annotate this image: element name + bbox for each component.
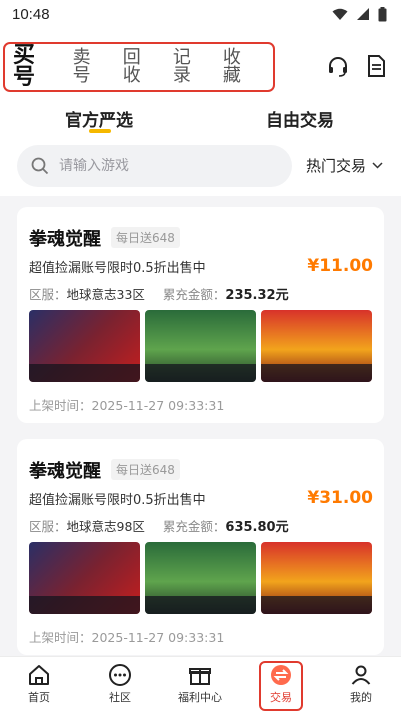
listing-price: ¥11.00 <box>307 256 373 276</box>
headset-icon[interactable] <box>326 54 350 78</box>
search-box[interactable] <box>17 145 292 187</box>
profile-icon <box>351 665 371 685</box>
screenshot-gallery <box>29 542 373 614</box>
top-tabs: 买号 卖号 回收 记录 收藏 <box>3 42 275 92</box>
sort-dropdown[interactable]: 热门交易 <box>306 155 383 176</box>
nav-home[interactable]: 首页 <box>9 663 69 705</box>
search-input[interactable] <box>59 158 259 174</box>
search-icon <box>31 157 49 175</box>
chevron-down-icon <box>372 162 383 169</box>
listing-card[interactable]: 拳魂觉醒 每日送648 超值捡漏账号限时0.5折出售中 ¥31.00 区服：地球… <box>17 439 384 655</box>
server-label: 区服： <box>29 519 67 534</box>
community-icon <box>109 664 131 686</box>
tab-records[interactable]: 记录 <box>173 49 207 85</box>
game-screenshot[interactable] <box>261 310 372 382</box>
tab-recycle[interactable]: 回收 <box>123 49 157 85</box>
listed-label: 上架时间： <box>29 398 92 413</box>
game-title: 拳魂觉醒 <box>29 229 101 250</box>
recharge-value: 235.32元 <box>225 288 289 303</box>
tab-favorites[interactable]: 收藏 <box>223 49 257 85</box>
gift-icon <box>189 668 211 685</box>
screenshot-gallery <box>29 310 373 382</box>
listing-description: 超值捡漏账号限时0.5折出售中 <box>29 493 206 508</box>
game-title: 拳魂觉醒 <box>29 461 101 482</box>
listing-meta: 区服：地球意志98区 累充金额：635.80元 <box>29 516 289 535</box>
nav-community-label: 社区 <box>109 691 131 704</box>
listed-value: 2025-11-27 09:33:31 <box>91 398 225 413</box>
game-screenshot[interactable] <box>29 310 140 382</box>
listed-time: 上架时间：2025-11-27 09:33:31 <box>29 395 224 414</box>
sort-label: 热门交易 <box>306 157 367 175</box>
active-nav-highlight <box>259 661 303 711</box>
document-icon[interactable] <box>364 54 388 78</box>
promo-badge: 每日送648 <box>111 459 180 480</box>
server-value: 地球意志98区 <box>66 519 145 534</box>
tab-sell[interactable]: 卖号 <box>73 49 107 85</box>
game-screenshot[interactable] <box>145 310 256 382</box>
sub-tabs: 官方严选 自由交易 <box>0 98 401 140</box>
listed-label: 上架时间： <box>29 630 92 645</box>
nav-profile[interactable]: 我的 <box>331 663 391 705</box>
promo-badge: 每日送648 <box>111 227 180 248</box>
tab-buy[interactable]: 买号 <box>13 45 55 89</box>
header: 买号 卖号 回收 记录 收藏 <box>0 28 401 98</box>
game-screenshot[interactable] <box>145 542 256 614</box>
listed-value: 2025-11-27 09:33:31 <box>91 630 225 645</box>
signal-icon <box>357 8 369 20</box>
status-time: 10:48 <box>12 5 50 23</box>
battery-icon <box>378 6 387 21</box>
subtab-official[interactable]: 官方严选 <box>65 106 133 131</box>
wifi-icon <box>332 8 348 20</box>
nav-welfare-label: 福利中心 <box>178 691 222 704</box>
listing-card[interactable]: 拳魂觉醒 每日送648 超值捡漏账号限时0.5折出售中 ¥11.00 区服：地球… <box>17 207 384 423</box>
nav-home-label: 首页 <box>28 691 50 704</box>
game-screenshot[interactable] <box>29 542 140 614</box>
active-tab-indicator <box>89 129 111 133</box>
server-label: 区服： <box>29 287 67 302</box>
status-bar: 10:48 <box>0 0 401 28</box>
server-value: 地球意志33区 <box>66 287 145 302</box>
listing-meta: 区服：地球意志33区 累充金额：235.32元 <box>29 284 289 303</box>
home-icon <box>29 665 49 685</box>
nav-welfare[interactable]: 福利中心 <box>170 663 230 705</box>
status-icons <box>332 6 387 22</box>
listed-time: 上架时间：2025-11-27 09:33:31 <box>29 627 224 646</box>
listing-price: ¥31.00 <box>307 488 373 508</box>
recharge-label: 累充金额： <box>162 287 226 302</box>
game-screenshot[interactable] <box>261 542 372 614</box>
listing-description: 超值捡漏账号限时0.5折出售中 <box>29 261 206 276</box>
recharge-value: 635.80元 <box>225 520 289 535</box>
recharge-label: 累充金额： <box>162 519 226 534</box>
search-row: 热门交易 <box>0 140 401 196</box>
subtab-free-trade[interactable]: 自由交易 <box>266 106 334 131</box>
nav-profile-label: 我的 <box>350 691 372 704</box>
bottom-nav: 首页 社区 福利中心 交易 我的 <box>0 656 401 713</box>
nav-community[interactable]: 社区 <box>90 663 150 705</box>
